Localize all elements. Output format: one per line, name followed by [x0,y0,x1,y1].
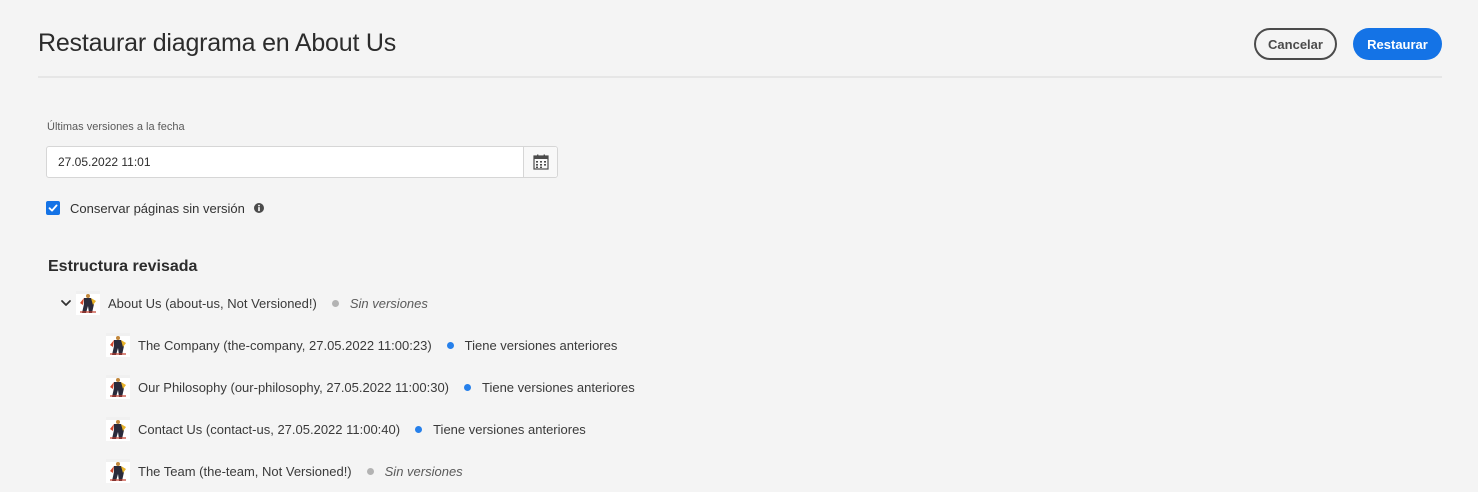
tree-node-child[interactable]: The Team (the-team, Not Versioned!) Sin … [106,458,463,484]
status-dot [446,341,454,349]
page-thumbnail [106,375,130,399]
tree-node-label: About Us (about-us, Not Versioned!) [108,295,317,311]
status-text: Tiene versiones anteriores [464,337,618,353]
keep-unversioned-checkbox[interactable] [46,201,60,215]
tree-node-child[interactable]: Contact Us (contact-us, 27.05.2022 11:00… [106,416,586,442]
info-icon[interactable] [253,203,264,213]
tree-node-label: Our Philosophy (our-philosophy, 27.05.20… [138,379,449,395]
page-thumbnail [76,291,100,315]
page-title: Restaurar diagrama en About Us [38,29,397,57]
status-text: Tiene versiones anteriores [433,421,586,437]
tree-section-title: Estructura revisada [48,258,198,275]
chevron-down-icon[interactable] [60,297,72,309]
tree-node-label: The Team (the-team, Not Versioned!) [138,463,352,479]
cancel-button[interactable]: Cancelar [1254,28,1337,60]
page-thumbnail [106,459,130,483]
keep-unversioned-option: Conservar páginas sin versión [46,200,264,216]
status-dot [415,425,423,433]
date-picker [46,146,558,178]
tree-node-child[interactable]: The Company (the-company, 27.05.2022 11:… [106,332,617,358]
status-dot [366,467,374,475]
tree-node-root[interactable]: About Us (about-us, Not Versioned!) Sin … [60,290,428,316]
keep-unversioned-label[interactable]: Conservar páginas sin versión [70,201,245,216]
status-text: Sin versiones [349,295,428,311]
restore-button[interactable]: Restaurar [1353,28,1442,60]
checkmark-icon [48,204,58,212]
status-text: Tiene versiones anteriores [482,379,635,395]
status-text: Sin versiones [384,463,463,479]
page-thumbnail [106,333,130,357]
tree-node-child[interactable]: Our Philosophy (our-philosophy, 27.05.20… [106,374,635,400]
tree-node-label: Contact Us (contact-us, 27.05.2022 11:00… [138,421,401,437]
calendar-icon [532,154,549,170]
status-dot [331,299,339,307]
date-input[interactable] [47,147,523,177]
page-thumbnail [106,417,130,441]
status-dot [464,383,471,391]
dialog-header: Restaurar diagrama en About Us Cancelar … [38,0,1442,78]
date-field-label: Últimas versiones a la fecha [47,121,185,133]
tree-node-label: The Company (the-company, 27.05.2022 11:… [138,337,432,353]
calendar-button[interactable] [523,147,557,177]
